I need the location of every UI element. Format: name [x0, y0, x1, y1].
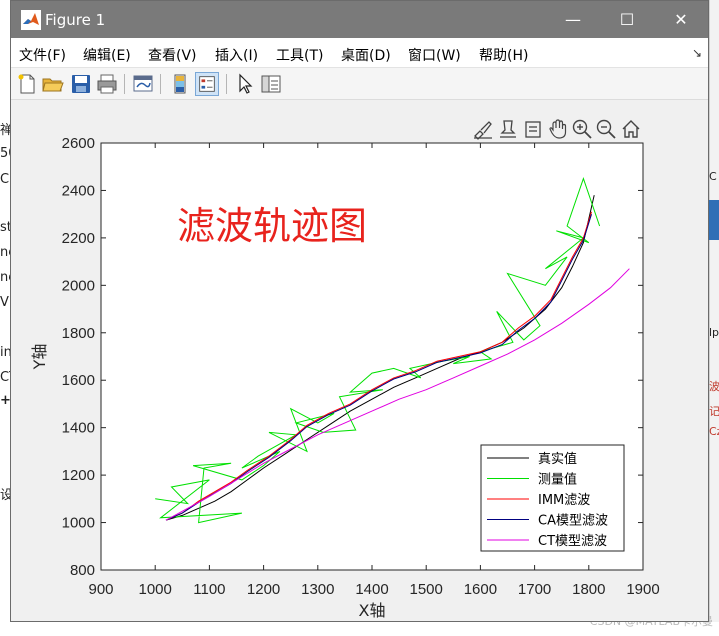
bg-text-fragment: 波: [709, 380, 719, 393]
legend-entry: CA模型滤波: [538, 514, 608, 529]
bg-text-fragment: lp: [709, 326, 719, 339]
legend-entry: IMM滤波: [538, 493, 590, 508]
x-tick-label: 1000: [139, 581, 172, 598]
chart-annotation: 滤波轨迹图: [177, 204, 367, 248]
y-tick-label: 2600: [62, 135, 95, 152]
legend[interactable]: 真实值测量值 IMM滤波 CA模型滤波 CT模型滤波: [480, 444, 625, 552]
bg-text-fragment: V: [0, 295, 9, 310]
x-tick-label: 1400: [355, 581, 388, 598]
x-axis-label: X轴: [359, 601, 386, 620]
legend-entry: 测量值: [538, 472, 577, 488]
y-tick-label: 1600: [62, 372, 95, 389]
bg-right-blue-block: [709, 200, 719, 240]
y-axis-label: Y轴: [30, 344, 49, 371]
bg-text-fragment: 记: [709, 405, 719, 418]
x-tick-label: 1600: [464, 581, 497, 598]
figure-window: Figure 1 — ☐ ✕ 文件(F) 编辑(E) 查看(V) 插入(I) 工…: [10, 0, 709, 622]
plot-axes[interactable]: 900 1000 1100 1200 1300 1400 1500 1600 1700 1800 1…: [11, 1, 708, 621]
bg-right-panel: [709, 0, 719, 636]
x-tick-label: 900: [88, 581, 113, 598]
bg-text-fragment: C: [709, 170, 717, 183]
x-tick-label: 1300: [301, 581, 334, 598]
x-tick-label: 1200: [247, 581, 280, 598]
y-tick-label: 1200: [62, 467, 95, 484]
x-tick-label: 1700: [518, 581, 551, 598]
legend-entry: CT模型滤波: [538, 534, 607, 549]
legend-entry: 真实值: [538, 451, 577, 467]
bg-text-fragment: Cz: [709, 425, 719, 438]
y-tick-label: 2000: [62, 277, 95, 294]
y-tick-label: 2400: [62, 182, 95, 199]
x-tick-label: 1900: [626, 581, 659, 598]
x-tick-label: 1100: [193, 581, 225, 598]
y-tick-label: 800: [70, 562, 95, 579]
x-tick-label: 1800: [572, 581, 605, 598]
y-tick-label: 1000: [62, 515, 95, 532]
x-tick-label: 1500: [410, 581, 443, 598]
y-tick-label: 1800: [62, 325, 95, 342]
y-tick-label: 2200: [62, 230, 95, 247]
y-tick-label: 1400: [62, 420, 95, 437]
bg-text-fragment: C: [0, 172, 10, 187]
screen: 禅 50 C st ne ne V in CT + 设 C lp 波 记 Cz …: [0, 0, 719, 636]
